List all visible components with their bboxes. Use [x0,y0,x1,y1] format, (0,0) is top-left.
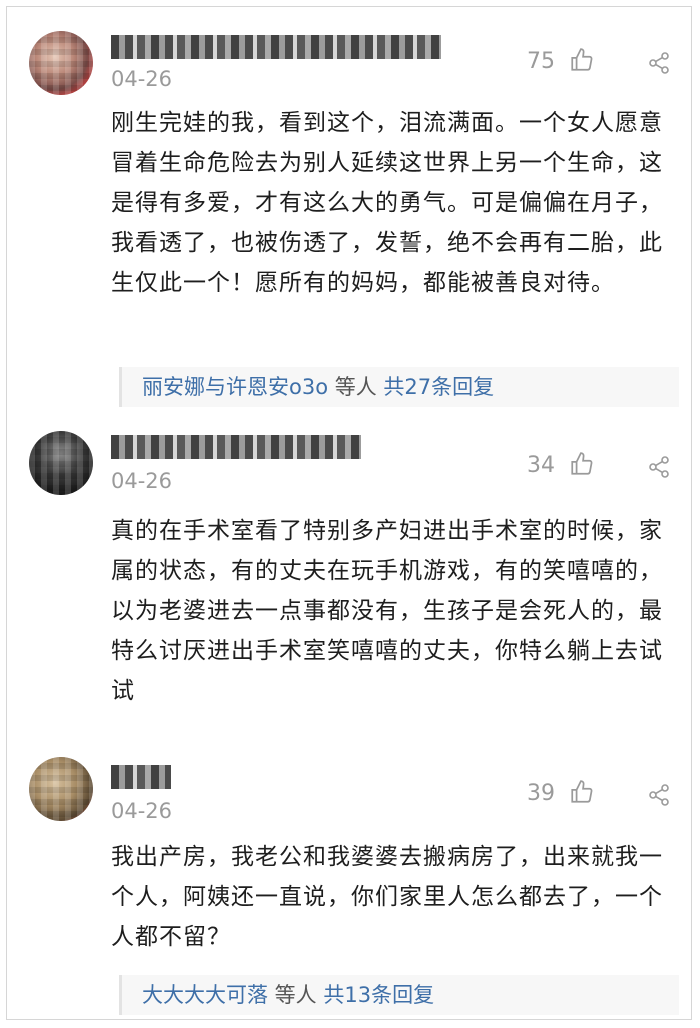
share-icon[interactable] [647,51,671,75]
like-count: 34 [527,453,555,478]
comment-text: 真的在手术室看了特别多产妇进出手术室的时候，家属的状态，有的丈夫在玩手机游戏，有… [111,518,663,704]
comment-item: 04-26 39 我出产房，我老公和我婆婆去搬病房了，出来就我一个人，阿姨还一直… [7,747,693,1021]
avatar[interactable] [29,757,93,821]
replies-link[interactable]: 丽安娜与许恩安o3o 等人 共27条回复 [119,367,679,407]
thumbs-up-icon[interactable] [569,779,595,805]
reply-authors[interactable]: 大大大大可落 [142,983,268,1007]
comment-item: 04-26 75 刚生完娃的我，看到这个，泪流满面。一个女人愿意冒着生命危险去为… [7,7,693,427]
reply-others-label: 等人 [268,983,324,1007]
thumbs-up-icon[interactable] [569,47,595,73]
like-count: 75 [527,49,555,74]
comment-text: 刚生完娃的我，看到这个，泪流满面。一个女人愿意冒着生命危险去为别人延续这世界上另… [111,110,663,296]
replies-link[interactable]: 大大大大可落 等人 共13条回复 [119,975,679,1015]
comment-text: 我出产房，我老公和我婆婆去搬病房了，出来就我一个人，阿姨还一直说，你们家里人怎么… [111,844,663,950]
comment-date: 04-26 [111,469,173,493]
thumbs-up-icon[interactable] [569,451,595,477]
reply-authors[interactable]: 丽安娜与许恩安o3o [142,375,328,399]
reply-count[interactable]: 共13条回复 [323,983,434,1007]
comment-date: 04-26 [111,799,173,823]
comment-item: 04-26 34 真的在手术室看了特别多产妇进出手术室的时候，家属的状态，有的丈… [7,427,693,747]
comment-list: 04-26 75 刚生完娃的我，看到这个，泪流满面。一个女人愿意冒着生命危险去为… [6,6,692,1020]
username-blurred[interactable] [111,765,171,789]
comment-date: 04-26 [111,67,173,91]
avatar[interactable] [29,431,93,495]
like-count: 39 [527,781,555,806]
username-blurred[interactable] [111,35,441,59]
reply-others-label: 等人 [328,375,384,399]
avatar[interactable] [29,31,93,95]
username-blurred[interactable] [111,435,361,459]
share-icon[interactable] [647,455,671,479]
share-icon[interactable] [647,783,671,807]
reply-count[interactable]: 共27条回复 [383,375,494,399]
